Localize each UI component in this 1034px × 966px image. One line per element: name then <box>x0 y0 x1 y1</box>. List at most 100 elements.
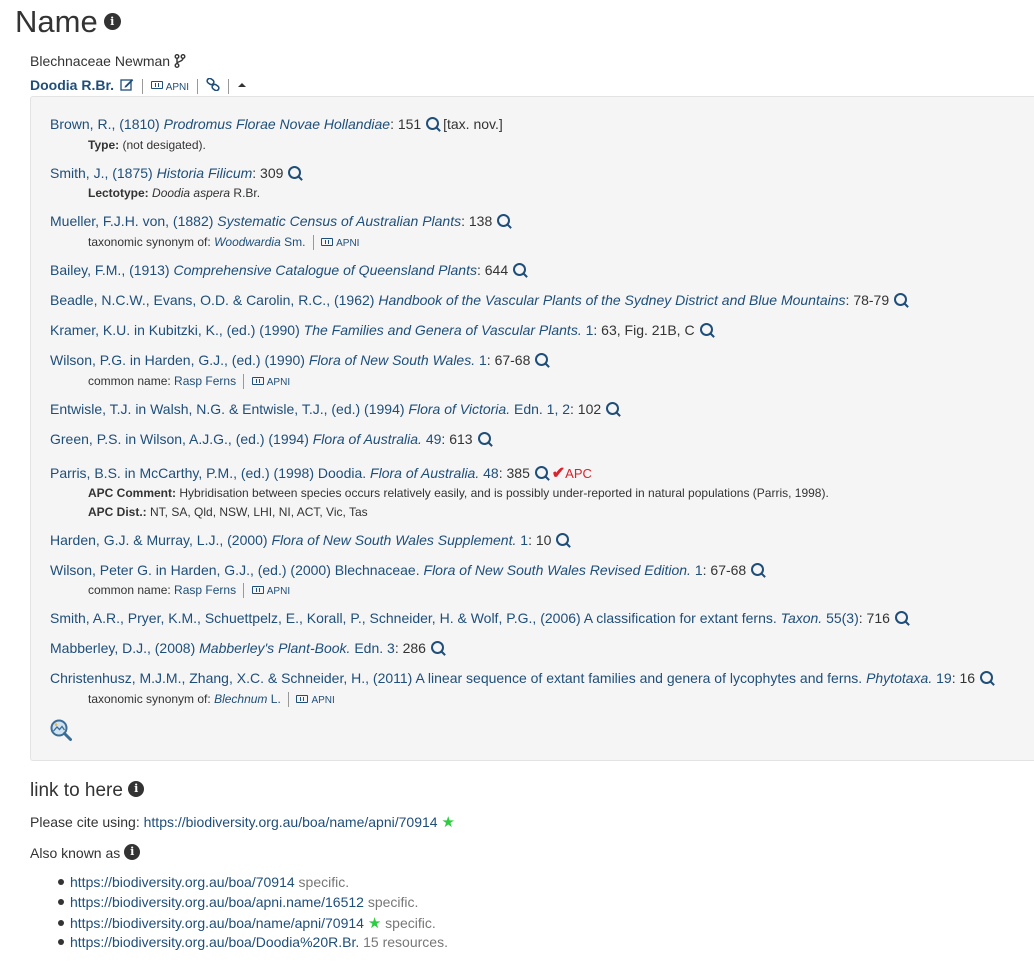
gallery-search-icon[interactable] <box>50 719 72 741</box>
bullet <box>58 879 64 886</box>
ref-author[interactable]: Smith, J., (1875) <box>50 165 153 181</box>
cite-line: Please cite using: https://biodiversity.… <box>30 814 455 831</box>
aka-link[interactable]: https://biodiversity.org.au/boa/Doodia%2… <box>70 934 359 950</box>
ref-title[interactable]: Systematic Census of Australian Plants <box>217 213 461 229</box>
info-icon[interactable]: i <box>124 844 141 861</box>
common-name-link[interactable]: Rasp Ferns <box>174 374 236 388</box>
info-icon[interactable]: i <box>103 13 121 31</box>
reference-row: Brown, R., (1810) Prodromus Florae Novae… <box>50 116 503 132</box>
aka-link[interactable]: https://biodiversity.org.au/boa/70914 <box>70 874 295 890</box>
bullet <box>58 920 64 927</box>
search-icon[interactable] <box>534 465 548 479</box>
ref-title[interactable]: Handbook of the Vascular Plants of the S… <box>378 292 845 308</box>
search-icon[interactable] <box>556 532 570 546</box>
search-icon[interactable] <box>288 165 302 179</box>
ref-title[interactable]: Mabberley's Plant-Book. <box>199 640 350 656</box>
check-icon: ✔ <box>551 465 566 482</box>
list-item: https://biodiversity.org.au/boa/70914 sp… <box>58 874 349 890</box>
family-line: Blechnaceae Newman <box>30 53 186 69</box>
apni-link[interactable]: APNI <box>321 235 359 249</box>
search-icon[interactable] <box>426 116 440 130</box>
search-icon[interactable] <box>894 292 908 306</box>
type-line: Type: (not desigated). <box>88 138 206 152</box>
aka-link[interactable]: https://biodiversity.org.au/boa/apni.nam… <box>70 894 364 910</box>
synonym-link[interactable]: Woodwardia Sm. <box>214 235 305 249</box>
search-icon[interactable] <box>497 213 511 227</box>
ref-title[interactable]: Phytotaxa. <box>866 670 932 686</box>
ref-title[interactable]: Comprehensive Catalogue of Queensland Pl… <box>173 262 477 278</box>
ref-author[interactable]: Beadle, N.C.W., Evans, O.D. & Carolin, R… <box>50 292 374 308</box>
common-name-line: common name: Rasp Ferns APNI <box>88 374 291 390</box>
tax-nov-note: [tax. nov.] <box>443 116 503 132</box>
keyboard-icon <box>251 585 264 594</box>
reference-row: Harden, G.J. & Murray, L.J., (2000) Flor… <box>50 532 570 548</box>
ref-author[interactable]: Mabberley, D.J., (2008) <box>50 640 195 656</box>
common-name-link[interactable]: Rasp Ferns <box>174 583 236 597</box>
ref-author[interactable]: Green, P.S. in Wilson, A.J.G., (ed.) (19… <box>50 431 309 447</box>
ref-author[interactable]: Wilson, Peter G. in Harden, G.J., (ed.) … <box>50 562 420 578</box>
search-icon[interactable] <box>751 562 765 576</box>
ref-title[interactable]: Flora of Australia. <box>370 465 479 481</box>
apni-link[interactable]: APNI <box>251 583 290 597</box>
keyboard-icon <box>296 694 309 703</box>
apc-comment-line: APC Comment: Hybridisation between speci… <box>88 486 829 500</box>
bullet <box>58 899 64 906</box>
ref-author[interactable]: Smith, A.R., Pryer, K.M., Schuettpelz, E… <box>50 610 777 626</box>
info-icon[interactable]: i <box>128 780 145 797</box>
ref-title[interactable]: Flora of New South Wales Revised Edition… <box>424 562 691 578</box>
search-icon[interactable] <box>513 262 527 276</box>
apni-link[interactable]: APNI <box>296 692 335 706</box>
reference-row: Mueller, F.J.H. von, (1882) Systematic C… <box>50 213 511 229</box>
caret-up-icon[interactable] <box>237 81 247 89</box>
ref-author[interactable]: Mueller, F.J.H. von, (1882) <box>50 213 213 229</box>
lectotype-line: Lectotype: Doodia aspera R.Br. <box>88 186 261 200</box>
ref-title[interactable]: Flora of Australia. <box>313 431 422 447</box>
ref-author[interactable]: Entwisle, T.J. in Walsh, N.G. & Entwisle… <box>50 401 405 417</box>
divider <box>243 374 245 390</box>
aka-link[interactable]: https://biodiversity.org.au/boa/name/apn… <box>70 915 364 931</box>
reference-row: Entwisle, T.J. in Walsh, N.G. & Entwisle… <box>50 401 620 417</box>
divider <box>196 78 198 94</box>
taxon-name-link[interactable]: Doodia R.Br. <box>30 77 114 93</box>
ref-title[interactable]: Prodromus Florae Novae Hollandiae <box>164 116 390 132</box>
ref-title[interactable]: Flora of Victoria. <box>408 401 510 417</box>
ref-title[interactable]: Taxon. <box>781 610 823 626</box>
ref-author[interactable]: Wilson, P.G. in Harden, G.J., (ed.) (199… <box>50 352 305 368</box>
link-icon[interactable] <box>206 77 220 92</box>
ref-author[interactable]: Harden, G.J. & Murray, L.J., (2000) <box>50 532 268 548</box>
reference-row: Wilson, P.G. in Harden, G.J., (ed.) (199… <box>50 352 549 368</box>
ref-title[interactable]: Flora of New South Wales. <box>309 352 475 368</box>
divider <box>141 78 143 94</box>
search-icon[interactable] <box>980 670 994 684</box>
apni-link[interactable]: APNI <box>150 77 189 93</box>
reference-row: Smith, J., (1875) Historia Filicum: 309 <box>50 165 302 181</box>
reference-row: Green, P.S. in Wilson, A.J.G., (ed.) (19… <box>50 431 491 447</box>
ref-author[interactable]: Bailey, F.M., (1913) <box>50 262 170 278</box>
ref-author[interactable]: Kramer, K.U. in Kubitzki, K., (ed.) (199… <box>50 322 300 338</box>
synonym-line: taxonomic synonym of: Woodwardia Sm. APN… <box>88 235 360 251</box>
search-icon[interactable] <box>477 431 491 445</box>
cite-url-link[interactable]: https://biodiversity.org.au/boa/name/apn… <box>144 814 438 830</box>
reference-row: Wilson, Peter G. in Harden, G.J., (ed.) … <box>50 562 765 578</box>
search-icon[interactable] <box>535 352 549 366</box>
ref-title[interactable]: Historia Filicum <box>157 165 253 181</box>
also-known-as-label: Also known as i <box>30 844 141 862</box>
branch-icon[interactable] <box>174 54 186 68</box>
reference-row: Parris, B.S. in McCarthy, P.M., (ed.) (1… <box>50 465 592 482</box>
ref-author[interactable]: Christenhusz, M.J.M., Zhang, X.C. & Schn… <box>50 670 862 686</box>
link-to-here-heading: link to here i <box>30 780 145 802</box>
search-icon[interactable] <box>606 401 620 415</box>
search-icon[interactable] <box>430 640 444 654</box>
apni-link[interactable]: APNI <box>251 374 290 388</box>
search-icon[interactable] <box>699 322 713 336</box>
synonym-link[interactable]: Blechnum L. <box>214 692 281 706</box>
edit-icon[interactable] <box>120 78 134 91</box>
ref-title[interactable]: The Families and Genera of Vascular Plan… <box>304 322 582 338</box>
ref-author[interactable]: Parris, B.S. in McCarthy, P.M., (ed.) (1… <box>50 465 366 481</box>
search-icon[interactable] <box>894 610 908 624</box>
apc-badge[interactable]: APC <box>565 466 592 481</box>
ref-title[interactable]: Flora of New South Wales Supplement. <box>272 532 517 548</box>
ref-author[interactable]: Brown, R., (1810) <box>50 116 160 132</box>
divider <box>243 583 245 599</box>
star-icon: ★ <box>367 915 382 932</box>
